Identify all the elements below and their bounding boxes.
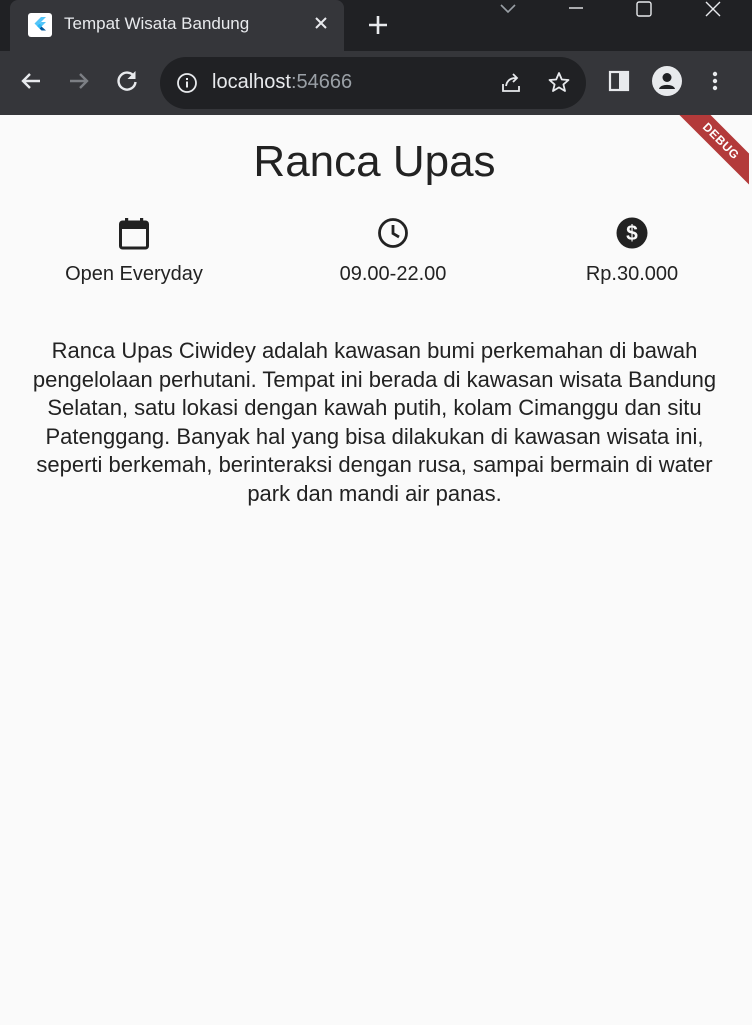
url-text[interactable]: localhost:54666: [212, 71, 352, 94]
address-bar[interactable]: localhost:54666: [160, 57, 586, 109]
side-panel-icon[interactable]: [603, 65, 635, 97]
menu-kebab-icon[interactable]: [699, 65, 731, 97]
info-open-days: Open Everyday: [14, 215, 254, 286]
site-info-icon[interactable]: [176, 72, 198, 94]
info-ticket-price: $ Rp.30.000: [512, 215, 749, 286]
minimize-icon[interactable]: [564, 0, 588, 22]
clock-icon: [378, 218, 408, 248]
new-tab-plus-icon[interactable]: [363, 10, 393, 40]
forward-arrow-icon[interactable]: [63, 65, 95, 97]
profile-avatar-icon[interactable]: [651, 65, 683, 97]
browser-title-bar: Tempat Wisata Bandung: [0, 0, 752, 52]
ticket-price-label: Rp.30.000: [585, 263, 679, 285]
page-title: Ranca Upas: [253, 137, 496, 186]
open-days-label: Open Everyday: [65, 263, 203, 285]
maximize-icon[interactable]: [632, 0, 656, 22]
dollar-icon: $: [616, 217, 648, 249]
reload-icon[interactable]: [111, 65, 143, 97]
description-text: Ranca Upas Ciwidey adalah kawasan bumi p…: [32, 338, 717, 506]
url-port: :54666: [290, 71, 353, 93]
opening-hours-label: 09.00-22.00: [339, 263, 447, 285]
bookmark-star-icon[interactable]: [546, 70, 572, 96]
svg-text:$: $: [626, 222, 638, 245]
close-window-icon[interactable]: [701, 0, 725, 22]
url-host: localhost: [212, 71, 291, 93]
share-icon[interactable]: [498, 70, 524, 96]
page-content: DEBUG Ranca Upas Open Everyday 09.00-22.…: [0, 115, 749, 1025]
browser-tab[interactable]: Tempat Wisata Bandung: [10, 0, 344, 51]
browser-toolbar: localhost:54666: [0, 51, 752, 115]
back-arrow-icon[interactable]: [15, 65, 47, 97]
close-tab-icon[interactable]: [310, 12, 332, 34]
tab-title: Tempat Wisata Bandung: [64, 14, 250, 33]
calendar-icon: [119, 218, 149, 250]
tab-search-chevron-down-icon[interactable]: [496, 0, 520, 22]
flutter-favicon-icon: [28, 13, 52, 37]
info-opening-hours: 09.00-22.00: [273, 215, 513, 286]
